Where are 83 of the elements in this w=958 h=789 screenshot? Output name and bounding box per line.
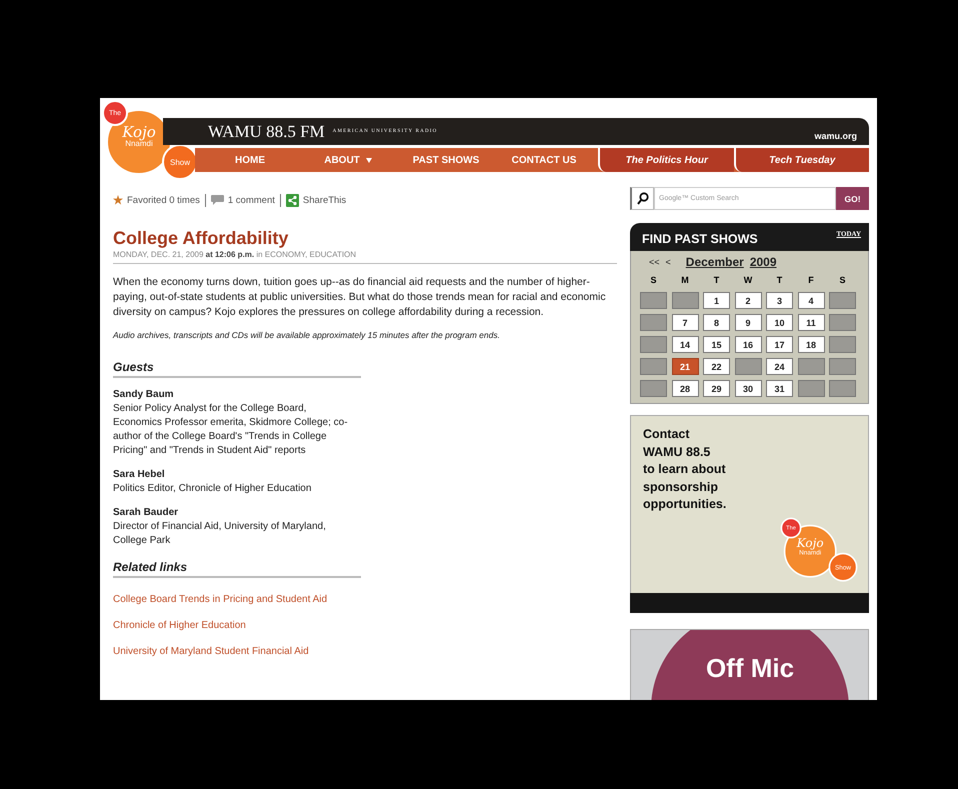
go-button[interactable]: GO! xyxy=(836,187,869,210)
related-link[interactable]: College Board Trends in Pricing and Student Aid xyxy=(113,593,328,606)
comment-icon xyxy=(210,195,224,205)
calendar-day[interactable]: 8 xyxy=(703,314,730,331)
calendar-day[interactable]: 29 xyxy=(703,380,730,397)
empty-day xyxy=(640,292,667,309)
calendar-day[interactable]: 1 xyxy=(703,292,730,309)
calendar-day[interactable]: 7 xyxy=(672,314,698,331)
calendar-day[interactable]: 9 xyxy=(734,314,762,331)
calendar-day[interactable]: 30 xyxy=(734,380,762,397)
empty-day xyxy=(672,292,698,309)
empty-day xyxy=(640,380,667,397)
empty-day xyxy=(798,380,824,397)
empty-day xyxy=(829,358,856,375)
related-link[interactable]: University of Maryland Student Financial Aid xyxy=(113,645,309,658)
article-summary: When the economy turns down, tuition goes up--as do financial aid requests and the number of higher-paying, out-of-state students at public universities. But what do those trends mean for racial and economic diversity on campus? Kojo explores the pressures on college affordability during a recession. xyxy=(113,275,607,320)
promo-tile[interactable]: Off Mic xyxy=(630,629,869,700)
weekday-label: W xyxy=(742,274,754,287)
calendar-day[interactable]: 18 xyxy=(798,336,824,353)
calendar-day[interactable]: 28 xyxy=(672,380,698,397)
empty-day xyxy=(829,380,856,397)
site-link[interactable]: wamu.org xyxy=(814,130,857,140)
calendar-day[interactable]: 24 xyxy=(766,358,793,375)
year-link[interactable]: 2009 xyxy=(750,254,777,268)
nav-link[interactable]: CONTACT US xyxy=(495,148,593,172)
section-heading: Related links xyxy=(113,560,361,578)
show-tab[interactable]: The Politics Hour xyxy=(598,148,734,172)
ad-text: Contact WAMU 88.5 to learn about sponsorship opportunities. xyxy=(643,426,728,513)
caret-icon xyxy=(366,158,372,162)
section-heading: Guests xyxy=(113,360,361,378)
empty-day xyxy=(640,358,667,375)
show-tab[interactable]: Tech Tuesday xyxy=(734,148,869,172)
weekday-label: S xyxy=(649,274,658,287)
calendar-day[interactable]: 15 xyxy=(703,336,730,353)
comments-link[interactable]: 1 comment xyxy=(228,194,275,206)
article-title: College Affordability xyxy=(113,227,290,249)
guest-name: Sandy Baum xyxy=(113,388,175,402)
guest-bio: Senior Policy Analyst for the College Board, Economics Professor emerita, Skidmore College; co-author of the College Board's "Trends in College Pricing" and "Trends in Student Aid" reports xyxy=(113,402,349,458)
empty-day xyxy=(640,314,667,331)
weekday-label: T xyxy=(776,274,784,287)
empty-day xyxy=(734,358,762,375)
share-link[interactable]: ShareThis xyxy=(302,194,346,206)
calendar-day[interactable]: 17 xyxy=(766,336,793,353)
related-link[interactable]: Chronicle of Higher Education xyxy=(113,619,246,632)
calendar-day[interactable]: 16 xyxy=(734,336,762,353)
empty-day xyxy=(798,358,824,375)
guest-bio: Politics Editor, Chronicle of Higher Education xyxy=(113,482,312,496)
calendar-day[interactable]: 14 xyxy=(672,336,698,353)
calendar-day[interactable]: 22 xyxy=(703,358,730,375)
weekday-label: F xyxy=(807,274,815,287)
first-month-link[interactable]: << xyxy=(649,256,660,266)
empty-day xyxy=(829,336,856,353)
weekday-label: M xyxy=(680,274,690,287)
category-link[interactable]: ECONOMY, EDUCATION xyxy=(264,250,356,259)
calendar-title: FIND PAST SHOWS xyxy=(642,232,758,246)
promo-title: Off Mic xyxy=(706,653,794,683)
station-name: WAMU 88.5 FM xyxy=(208,122,325,142)
favorited-link[interactable]: Favorited 0 times xyxy=(127,194,200,206)
calendar-day[interactable]: 2 xyxy=(734,292,762,309)
search-icon xyxy=(636,192,648,205)
calendar-day[interactable]: 11 xyxy=(798,314,824,331)
share-icon xyxy=(286,194,299,206)
nav-link[interactable]: HOME xyxy=(201,148,299,172)
guest-name: Sara Hebel xyxy=(113,468,166,482)
weekday-label: T xyxy=(712,274,720,287)
empty-day xyxy=(640,336,667,353)
article-date: MONDAY, DEC. 21, 2009 at 12:06 p.m. in xyxy=(113,250,264,259)
calendar-day[interactable]: 3 xyxy=(766,292,793,309)
nav-link[interactable]: ABOUT xyxy=(299,148,397,172)
calendar-day[interactable]: 4 xyxy=(798,292,824,309)
availability-note: Audio archives, transcripts and CDs will be available approximately 15 minutes after the program ends. xyxy=(113,330,501,340)
guest-bio: Director of Financial Aid, University of Maryland, College Park xyxy=(113,520,327,548)
empty-day xyxy=(829,314,856,331)
previous-month-link[interactable]: < xyxy=(666,256,671,266)
nav-link[interactable]: PAST SHOWS xyxy=(397,148,495,172)
calendar-day[interactable]: 10 xyxy=(766,314,793,331)
calendar-day[interactable]: 31 xyxy=(766,380,793,397)
guest-name: Sarah Bauder xyxy=(113,506,180,520)
star-icon xyxy=(113,195,123,205)
weekday-label: S xyxy=(838,274,846,287)
empty-day xyxy=(829,292,856,309)
calendar-day[interactable]: 21 xyxy=(672,358,698,375)
month-link[interactable]: December xyxy=(686,254,744,268)
